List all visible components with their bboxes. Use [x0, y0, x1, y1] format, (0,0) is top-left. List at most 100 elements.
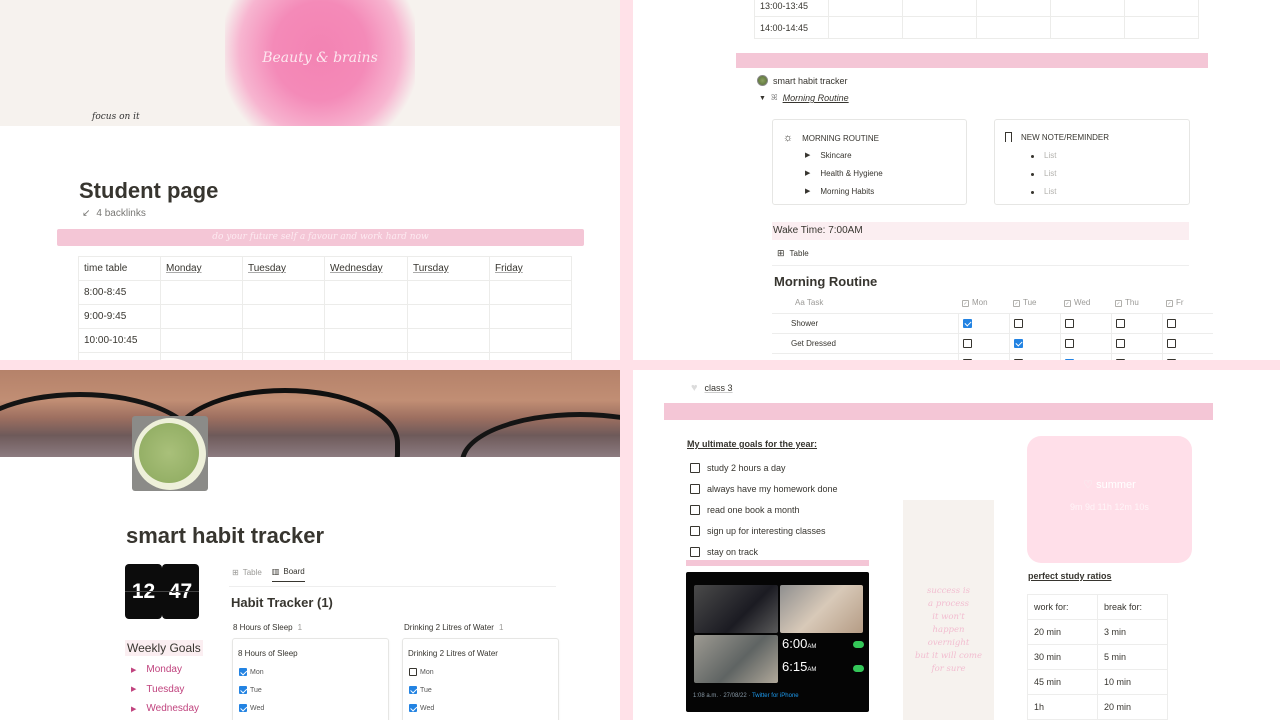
table-cell[interactable]	[160, 328, 243, 353]
table-cell[interactable]	[489, 328, 572, 353]
list-item[interactable]: List	[1031, 147, 1056, 165]
table-cell[interactable]	[1124, 0, 1199, 17]
table-cell[interactable]: 10 min	[1097, 669, 1168, 695]
table-header-cell[interactable]: Tuesday	[242, 256, 325, 281]
table-cell[interactable]	[976, 16, 1051, 39]
toggle-item[interactable]: ▶ Morning Habits	[805, 183, 883, 201]
checkbox[interactable]	[690, 525, 700, 536]
table-cell[interactable]	[324, 352, 408, 360]
column-header[interactable]: ✓ Wed	[1060, 293, 1111, 314]
list-item[interactable]: List	[1031, 183, 1056, 201]
checkbox[interactable]	[1115, 318, 1125, 328]
table-cell[interactable]: 45 min	[1027, 669, 1098, 695]
checkbox[interactable]	[1013, 358, 1023, 360]
page-title[interactable]: smart habit tracker	[126, 523, 324, 549]
table-cell[interactable]	[407, 280, 490, 305]
table-cell[interactable]	[324, 280, 408, 305]
table-cell[interactable]: 20 min	[1097, 694, 1168, 720]
checkbox[interactable]	[962, 358, 972, 360]
task-cell[interactable]: Shower	[772, 313, 958, 334]
table-cell[interactable]	[324, 304, 408, 329]
checkbox[interactable]	[962, 318, 972, 328]
table-header-cell[interactable]: Monday	[160, 256, 243, 281]
table-cell[interactable]	[407, 304, 490, 329]
view-tab-table[interactable]: ⊞ Table	[232, 567, 262, 582]
table-cell[interactable]	[1050, 0, 1125, 17]
board-column-header[interactable]: Drinking 2 Litres of Water 1	[404, 623, 503, 632]
checkbox[interactable]	[962, 338, 972, 348]
table-header-cell[interactable]: Tursday	[407, 256, 490, 281]
time-cell[interactable]: 10:00-10:45	[78, 328, 161, 353]
checkbox[interactable]	[1064, 338, 1074, 348]
view-tab-board[interactable]: ▥ Board	[271, 567, 305, 582]
table-cell[interactable]	[160, 280, 243, 305]
backlinks-button[interactable]: ↙ 4 backlinks	[82, 208, 152, 219]
table-cell[interactable]	[489, 280, 572, 305]
checkbox[interactable]	[690, 546, 700, 557]
checkbox[interactable]	[690, 484, 700, 495]
time-cell[interactable]: 13:00-13:45	[754, 0, 829, 17]
table-header-cell[interactable]: break for:	[1097, 594, 1168, 620]
table-header-cell[interactable]: Wednesday	[324, 256, 408, 281]
checkbox[interactable]	[1064, 318, 1074, 328]
checkbox[interactable]	[690, 463, 700, 474]
column-header[interactable]: ✓ Tue	[1009, 293, 1060, 314]
table-cell[interactable]	[489, 304, 572, 329]
checkbox[interactable]	[1013, 318, 1023, 328]
toggle-open-icon[interactable]: ▼	[759, 95, 766, 102]
page-cover[interactable]	[0, 370, 620, 457]
table-cell[interactable]	[828, 16, 903, 39]
table-cell[interactable]	[1050, 16, 1125, 39]
list-item[interactable]: List	[1031, 165, 1056, 183]
database-title[interactable]: Morning Routine	[774, 274, 877, 289]
toggle-item[interactable]: ▶ Wednesday	[131, 699, 199, 719]
task-cell[interactable]	[772, 353, 958, 360]
checkbox[interactable]	[239, 686, 247, 694]
table-cell[interactable]	[160, 352, 243, 360]
checkbox[interactable]	[1115, 338, 1125, 348]
toggle-closed-icon[interactable]: ▶	[131, 705, 136, 713]
task-cell[interactable]: Get Dressed	[772, 333, 958, 354]
column-header[interactable]: ✓ Mon	[958, 293, 1009, 314]
checkbox[interactable]	[239, 704, 247, 712]
toggle-item[interactable]: ▶ Health & Hygiene	[805, 165, 883, 183]
checkbox[interactable]	[239, 668, 247, 676]
board-column-header[interactable]: 8 Hours of Sleep 1	[233, 623, 302, 632]
page-title[interactable]: Student page	[79, 178, 218, 204]
toggle-morning-routine[interactable]: ▼ ꕤ Morning Routine	[759, 93, 849, 103]
time-cell[interactable]: 8:00-8:45	[78, 280, 161, 305]
column-header-task[interactable]: Aa Task	[772, 293, 958, 314]
toggle-item[interactable]: ▶ Skincare	[805, 147, 883, 165]
table-cell[interactable]	[242, 352, 325, 360]
toggle-closed-icon[interactable]: ▶	[805, 183, 810, 201]
table-cell[interactable]: 1h	[1027, 694, 1098, 720]
page-cover[interactable]: Beauty & brains focus on it	[0, 0, 620, 126]
table-cell[interactable]	[407, 352, 490, 360]
toggle-closed-icon[interactable]: ▶	[131, 685, 136, 693]
checkbox[interactable]	[409, 668, 417, 676]
checkbox[interactable]	[1166, 358, 1176, 360]
table-cell[interactable]	[407, 328, 490, 353]
page-link-smart-habit-tracker[interactable]: smart habit tracker	[757, 75, 848, 86]
table-cell[interactable]: 3 min	[1097, 619, 1168, 645]
toggle-item[interactable]: ▶ Monday	[131, 660, 199, 680]
table-cell[interactable]	[242, 328, 325, 353]
page-icon-matcha[interactable]	[132, 416, 208, 491]
time-cell[interactable]: 9:00-9:45	[78, 304, 161, 329]
table-cell[interactable]	[1124, 16, 1199, 39]
checkbox[interactable]	[409, 686, 417, 694]
board-card[interactable]: 8 Hours of Sleep Mon Tue Wed	[232, 638, 389, 720]
table-cell[interactable]	[976, 0, 1051, 17]
table-cell[interactable]	[324, 328, 408, 353]
table-cell[interactable]	[160, 304, 243, 329]
column-header[interactable]: ✓ Thu	[1111, 293, 1162, 314]
checkbox[interactable]	[1013, 338, 1023, 348]
time-cell[interactable]: 14:00-14:45	[754, 16, 829, 39]
table-header-cell[interactable]: time table	[78, 256, 161, 281]
table-cell[interactable]	[902, 16, 977, 39]
toggle-closed-icon[interactable]: ▶	[805, 165, 810, 183]
toggle-closed-icon[interactable]: ▶	[131, 666, 136, 674]
checkbox[interactable]	[1166, 338, 1176, 348]
toggle-closed-icon[interactable]: ▶	[805, 147, 810, 165]
table-cell[interactable]	[242, 280, 325, 305]
